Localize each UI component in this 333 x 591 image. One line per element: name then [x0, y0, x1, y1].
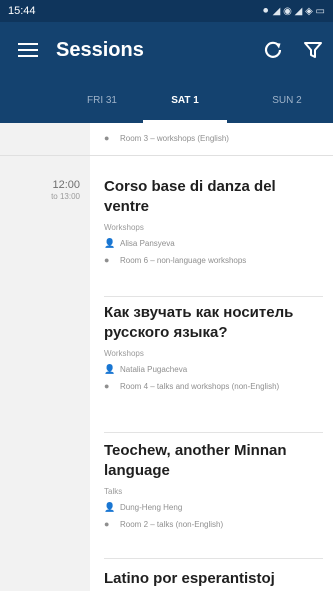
speaker-row: 👤 Dung-Heng Heng — [104, 502, 183, 512]
person-icon: 👤 — [104, 364, 116, 374]
status-time: 15:44 — [8, 5, 36, 17]
location-row: ● Room 4 – talks and workshops (non-Engl… — [104, 381, 280, 391]
page-title: Sessions — [56, 38, 144, 61]
session-type: Talks — [104, 487, 123, 496]
location-icon: ● — [104, 133, 110, 143]
session-type: Workshops — [104, 223, 144, 232]
speaker-row: 👤 Alisa Pansyeva — [104, 238, 175, 248]
refresh-icon — [264, 41, 282, 58]
tab-prev-edge[interactable]: 0 — [0, 78, 22, 123]
session-title: Latino por esperantistoj — [104, 570, 275, 587]
tab-sun-2[interactable]: SUN 2 — [245, 78, 329, 123]
location-row: ● Room 6 – non-language workshops — [104, 255, 247, 265]
tab-fri-31[interactable]: FRI 31 — [60, 78, 144, 123]
refresh-button[interactable] — [253, 22, 293, 78]
status-indicators: ⚫ ◢ ◉ ◢ ◈ ▭ — [261, 5, 325, 17]
menu-icon[interactable] — [0, 22, 56, 78]
location-icon: ● — [104, 519, 110, 529]
session-card[interactable]: Corso base di danza del ventre Workshops… — [104, 177, 323, 297]
session-type: Workshops — [104, 349, 144, 358]
session-title: Как звучать как носитель русского языка? — [104, 304, 294, 341]
status-icons: ⚫ ◢ ◉ ◢ ◈ ▭ — [261, 6, 325, 17]
session-list[interactable]: ● Room 3 – workshops (English) 12:00 to … — [0, 123, 333, 591]
hamburger-icon — [18, 43, 38, 57]
location-row: ● Room 2 – talks (non-English) — [104, 519, 224, 529]
location-row: ● Room 3 – workshops (English) — [104, 133, 229, 143]
status-bar: 15:44 ⚫ ◢ ◉ ◢ ◈ ▭ — [0, 0, 333, 22]
location-icon: ● — [104, 255, 110, 265]
session-card-partial[interactable]: Latino por esperantistoj — [104, 569, 323, 591]
day-tabs: 0 FRI 31 SAT 1 SUN 2 — [0, 78, 333, 123]
person-icon: 👤 — [104, 502, 116, 512]
filter-button[interactable] — [293, 22, 333, 78]
tab-sat-1[interactable]: SAT 1 — [143, 78, 227, 123]
session-title: Teochew, another Minnan language — [104, 442, 287, 479]
session-card[interactable]: Teochew, another Minnan language Talks 👤… — [104, 441, 323, 559]
time-slot: 12:00 to 13:00 — [0, 179, 80, 201]
location-icon: ● — [104, 381, 110, 391]
session-card[interactable]: Как звучать как носитель русского языка?… — [104, 303, 323, 433]
session-card-partial[interactable]: ● Room 3 – workshops (English) — [104, 123, 323, 155]
app-bar: Sessions — [0, 22, 333, 78]
divider — [0, 155, 333, 156]
session-title: Corso base di danza del ventre — [104, 178, 276, 215]
time-start: 12:00 — [52, 179, 80, 191]
time-end: to 13:00 — [51, 192, 80, 201]
person-icon: 👤 — [104, 238, 116, 248]
speaker-row: 👤 Natalia Pugacheva — [104, 364, 188, 374]
filter-icon — [304, 42, 322, 58]
